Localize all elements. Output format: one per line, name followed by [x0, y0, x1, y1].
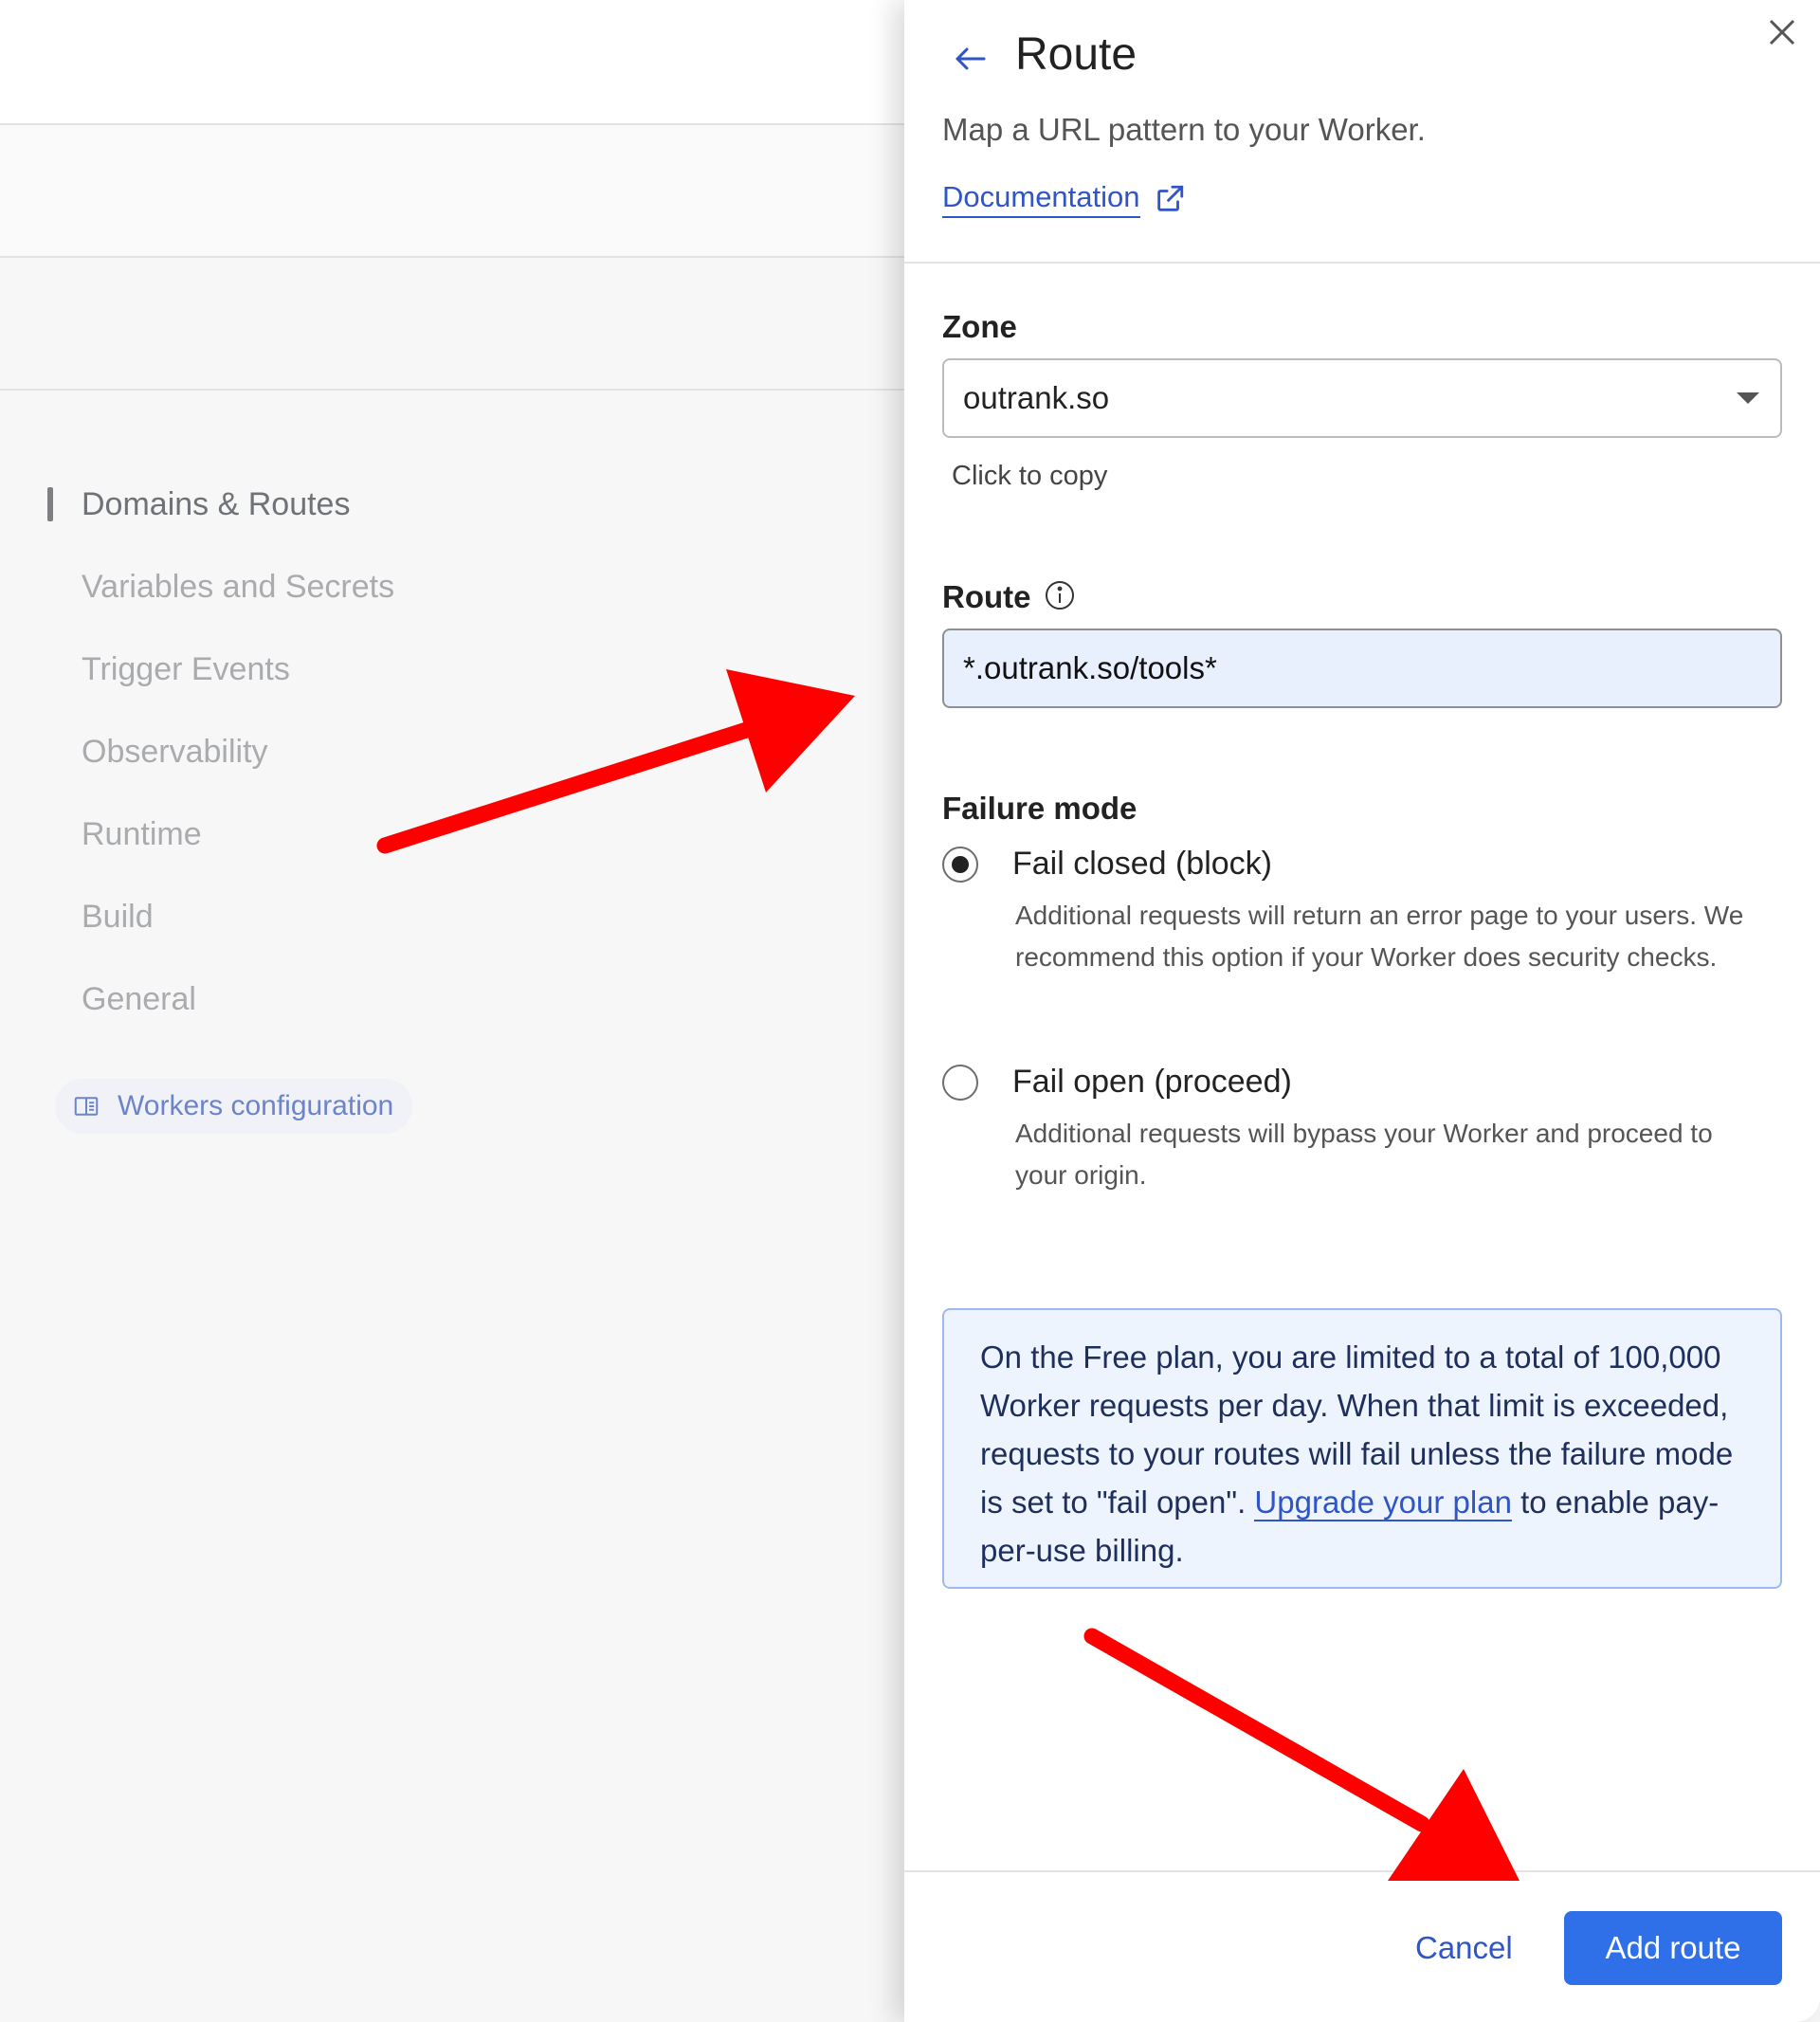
route-label: Route [942, 579, 1031, 614]
free-plan-notice: On the Free plan, you are limited to a t… [942, 1308, 1782, 1589]
sidebar-item-domains-routes[interactable]: Domains & Routes [47, 474, 446, 556]
sidebar-item-trigger-events[interactable]: Trigger Events [47, 639, 446, 721]
info-icon[interactable] [1044, 579, 1076, 611]
click-to-copy-hint[interactable]: Click to copy [952, 461, 1107, 492]
footer-divider [904, 1870, 1820, 1872]
zone-label: Zone [942, 309, 1017, 344]
sidebar-item-observability[interactable]: Observability [47, 721, 446, 804]
fail-open-radio[interactable] [942, 1064, 978, 1101]
book-icon [74, 1097, 99, 1116]
upgrade-plan-link[interactable]: Upgrade your plan [1254, 1485, 1512, 1521]
back-arrow-icon[interactable] [950, 38, 992, 80]
fail-open-option[interactable]: Fail open (proceed) [942, 1064, 1292, 1101]
fail-closed-radio[interactable] [942, 846, 978, 883]
page-header [0, 0, 910, 123]
route-input[interactable]: *.outrank.so/tools* [942, 628, 1782, 708]
zone-value: outrank.so [963, 380, 1110, 415]
external-link-icon [1156, 185, 1183, 211]
fail-open-description: Additional requests will bypass your Wor… [1015, 1119, 1713, 1190]
divider [0, 389, 910, 391]
documentation-label: Documentation [942, 180, 1140, 218]
failure-mode-label: Failure mode [942, 791, 1138, 826]
close-icon[interactable] [1763, 13, 1801, 51]
sidebar-item-general[interactable]: General [47, 969, 446, 1051]
sidebar-item-variables-secrets[interactable]: Variables and Secrets [47, 556, 446, 639]
zone-select[interactable]: outrank.so [942, 358, 1782, 438]
fail-open-label: Fail open (proceed) [1012, 1064, 1292, 1100]
fail-closed-description: Additional requests will return an error… [1015, 901, 1744, 972]
page-section [0, 125, 910, 256]
chevron-down-icon [1737, 392, 1759, 404]
drawer-subtitle: Map a URL pattern to your Worker. [942, 112, 1426, 147]
cancel-button[interactable]: Cancel [1396, 1911, 1532, 1985]
documentation-link[interactable]: Documentation [942, 180, 1186, 218]
fail-closed-label: Fail closed (block) [1012, 846, 1272, 882]
divider [0, 256, 910, 258]
workers-configuration-link[interactable]: Workers configuration [55, 1079, 413, 1134]
drawer-title: Route [1015, 29, 1138, 80]
route-drawer: Route Map a URL pattern to your Worker. … [904, 0, 1820, 2022]
header-divider [904, 262, 1820, 264]
settings-sidebar: Domains & Routes Variables and Secrets T… [47, 474, 446, 1051]
workers-configuration-label: Workers configuration [118, 1090, 394, 1121]
sidebar-item-build[interactable]: Build [47, 886, 446, 969]
sidebar-item-runtime[interactable]: Runtime [47, 804, 446, 886]
add-route-button[interactable]: Add route [1564, 1911, 1782, 1985]
fail-closed-option[interactable]: Fail closed (block) [942, 846, 1272, 883]
